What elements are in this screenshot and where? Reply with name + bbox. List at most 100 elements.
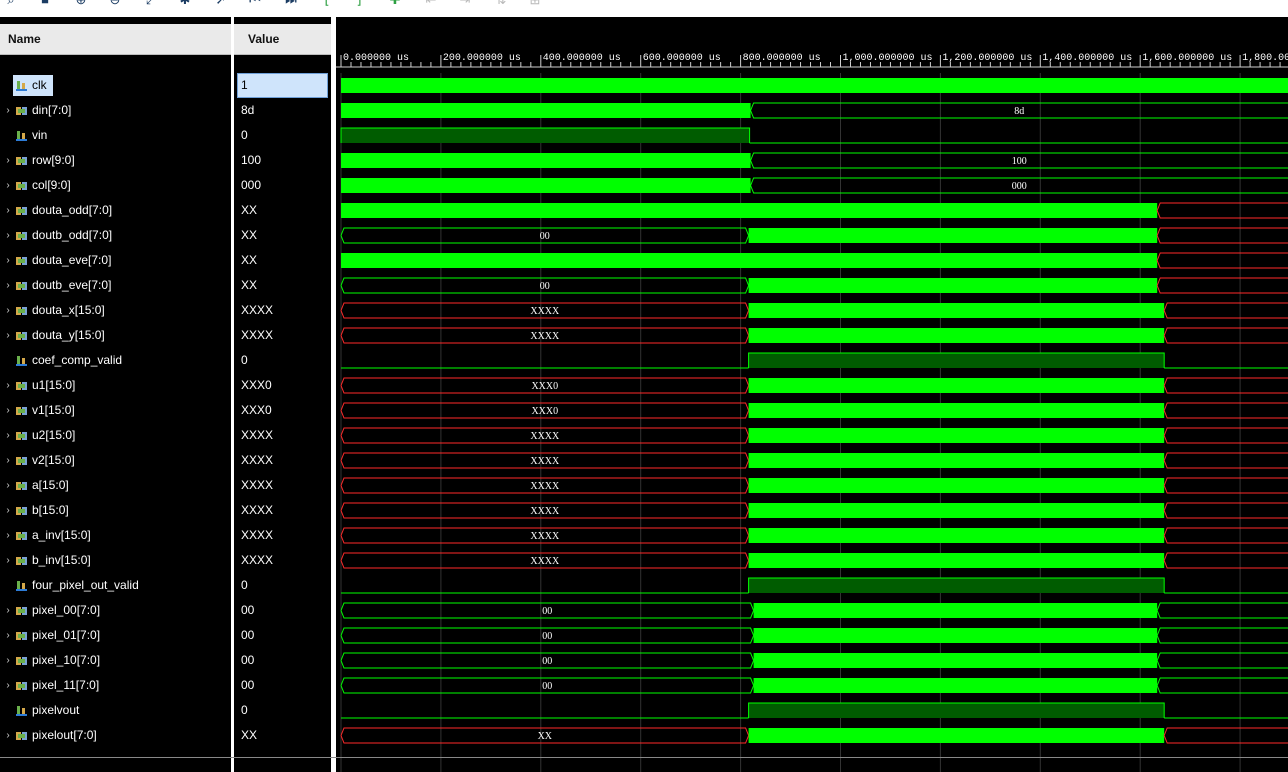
signal-row-row[interactable]: › row[9:0] [0, 148, 231, 173]
expand-chevron-icon[interactable]: › [3, 648, 13, 673]
expand-chevron-icon[interactable]: › [3, 623, 13, 648]
wave-v1: XXX0 [340, 402, 1288, 419]
zoom-out-icon[interactable]: ⊖ [106, 0, 124, 9]
wave-dense-segment [748, 503, 1165, 518]
wave-bus-segment [1156, 602, 1288, 619]
wave-bus-value: XXXX [530, 481, 560, 492]
zoom-full-icon[interactable]: ⤢ [142, 0, 160, 9]
signal-row-pixel-00[interactable]: › pixel_00[7:0] [0, 598, 231, 623]
snap-icon[interactable]: ⊞ [526, 0, 544, 9]
wave-dense-segment [748, 478, 1165, 493]
signal-row-four-pixel-out-valid[interactable]: four_pixel_out_valid [0, 573, 231, 598]
signal-name: pixelvout [32, 703, 80, 717]
bit-signal-icon [16, 581, 27, 591]
expand-chevron-icon[interactable]: › [3, 98, 13, 123]
wave-dense-segment [748, 553, 1165, 568]
expand-chevron-icon[interactable]: › [3, 523, 13, 548]
wave-bus-value: XXXX [530, 306, 560, 317]
signal-row-douta-x[interactable]: › douta_x[15:0] [0, 298, 231, 323]
signal-value: 00 [241, 603, 255, 617]
signal-name: row[9:0] [32, 153, 75, 167]
signal-row-douta-eve[interactable]: › douta_eve[7:0] [0, 248, 231, 273]
wave-bus-value: XXXX [530, 506, 560, 517]
next-edge-icon[interactable]: ⌋ [350, 0, 368, 9]
expand-chevron-icon[interactable]: › [3, 398, 13, 423]
signal-row-a-inv[interactable]: › a_inv[15:0] [0, 523, 231, 548]
swap-cursors-icon[interactable]: ⇅ [492, 0, 510, 9]
waveform-area[interactable]: 0.000000 us 200.000000 us 400.000000 us 600… [336, 17, 1288, 772]
wave-high-fill [341, 128, 750, 143]
name-column-header[interactable]: Name [0, 24, 231, 55]
ruler-time-label: 0.000000 us [343, 53, 409, 64]
signal-row-pixel-01[interactable]: › pixel_01[7:0] [0, 623, 231, 648]
expand-chevron-icon[interactable]: › [3, 423, 13, 448]
signal-row-doutb-odd[interactable]: › doutb_odd[7:0] [0, 223, 231, 248]
wave-high-fill [748, 578, 1165, 593]
signal-row-col[interactable]: › col[9:0] [0, 173, 231, 198]
zoom-in-icon[interactable]: ⊕ [72, 0, 90, 9]
marker-icon[interactable]: ➚ [212, 0, 230, 9]
prev-marker-icon[interactable]: ⇤ [422, 0, 440, 9]
wave-bus-segment [1163, 552, 1288, 569]
cursor-icon[interactable]: ✱ [176, 0, 194, 9]
expand-chevron-icon[interactable]: › [3, 473, 13, 498]
signal-row-pixelout[interactable]: › pixelout[7:0] [0, 723, 231, 748]
zoom-fit-icon[interactable]: ⌕ [2, 0, 20, 9]
bus-signal-icon [16, 407, 27, 415]
signal-row-v2[interactable]: › v2[15:0] [0, 448, 231, 473]
next-marker-icon[interactable]: ⇥ [456, 0, 474, 9]
signal-row-doutb-eve[interactable]: › doutb_eve[7:0] [0, 273, 231, 298]
signal-row-din[interactable]: › din[7:0] [0, 98, 231, 123]
prev-edge-icon[interactable]: ⌊ [318, 0, 336, 9]
bus-signal-icon [16, 257, 27, 265]
signal-name: pixel_01[7:0] [32, 628, 101, 642]
wave-dense-segment [341, 178, 751, 193]
expand-chevron-icon[interactable]: › [3, 723, 13, 748]
expand-chevron-icon[interactable]: › [3, 298, 13, 323]
wave-b-inv: XXXX [340, 552, 1288, 569]
wave-dense-segment [753, 603, 1158, 618]
go-to-start-icon[interactable]: ⏮ [246, 0, 264, 9]
signal-row-coef-comp-valid[interactable]: coef_comp_valid [0, 348, 231, 373]
expand-chevron-icon[interactable]: › [3, 448, 13, 473]
expand-chevron-icon[interactable]: › [3, 148, 13, 173]
expand-chevron-icon[interactable]: › [3, 548, 13, 573]
signal-row-pixel-10[interactable]: › pixel_10[7:0] [0, 648, 231, 673]
signal-name: douta_x[15:0] [32, 303, 105, 317]
wave-dense-segment [748, 278, 1158, 293]
signal-row-a[interactable]: › a[15:0] [0, 473, 231, 498]
expand-chevron-icon[interactable]: › [3, 223, 13, 248]
signal-row-douta-odd[interactable]: › douta_odd[7:0] [0, 198, 231, 223]
waveform-canvas[interactable]: 0.000000 us 200.000000 us 400.000000 us 600… [336, 17, 1288, 772]
signal-row-clk[interactable]: clk [0, 73, 231, 98]
expand-chevron-icon[interactable]: › [3, 673, 13, 698]
add-marker-icon[interactable]: ✚ [386, 0, 404, 9]
expand-chevron-icon[interactable]: › [3, 598, 13, 623]
signal-row-u1[interactable]: › u1[15:0] [0, 373, 231, 398]
signal-row-pixel-11[interactable]: › pixel_11[7:0] [0, 673, 231, 698]
expand-chevron-icon[interactable]: › [3, 198, 13, 223]
value-column-header[interactable]: Value [234, 24, 331, 55]
signal-row-b[interactable]: › b[15:0] [0, 498, 231, 523]
names-values-splitter[interactable] [231, 17, 234, 772]
wave-douta-odd [341, 202, 1288, 219]
expand-chevron-icon[interactable]: › [3, 173, 13, 198]
signal-row-b-inv[interactable]: › b_inv[15:0] [0, 548, 231, 573]
bit-signal-icon [16, 81, 27, 91]
wave-bus-value: 000 [1012, 181, 1027, 192]
bus-signal-icon [16, 607, 27, 615]
expand-chevron-icon[interactable]: › [3, 248, 13, 273]
signal-row-douta-y[interactable]: › douta_y[15:0] [0, 323, 231, 348]
expand-chevron-icon[interactable]: › [3, 498, 13, 523]
expand-chevron-icon[interactable]: › [3, 323, 13, 348]
signal-row-vin[interactable]: vin [0, 123, 231, 148]
signal-row-v1[interactable]: › v1[15:0] [0, 398, 231, 423]
expand-chevron-icon[interactable]: › [3, 373, 13, 398]
signal-value: 00 [241, 628, 255, 642]
go-to-end-icon[interactable]: ⏭ [282, 0, 300, 9]
save-icon[interactable]: ■ [36, 0, 54, 9]
signal-row-pixelvout[interactable]: pixelvout [0, 698, 231, 723]
expand-chevron-icon[interactable]: › [3, 273, 13, 298]
signal-name: pixel_11[7:0] [32, 678, 100, 692]
signal-row-u2[interactable]: › u2[15:0] [0, 423, 231, 448]
